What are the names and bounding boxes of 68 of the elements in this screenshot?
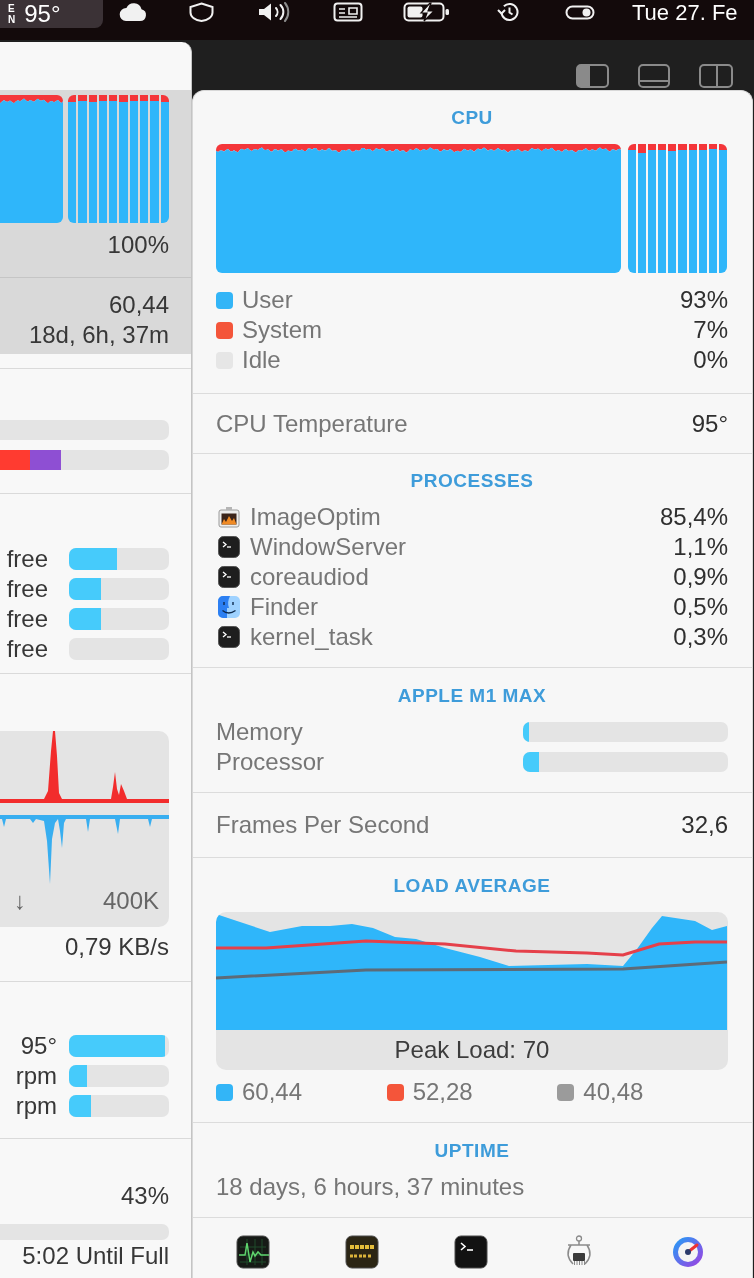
disk-free-label: free <box>6 574 48 604</box>
section-title: APPLE M1 MAX <box>397 684 547 708</box>
legend-label: System <box>242 315 322 345</box>
terminal-icon <box>218 536 240 558</box>
cloud-icon[interactable] <box>118 2 148 22</box>
legend-value: 93% <box>679 285 728 315</box>
sensor-reading: rpm <box>15 1091 57 1121</box>
peak-load-caption: Peak Load: 70 <box>394 1035 550 1065</box>
split-layout-icon[interactable] <box>699 64 733 88</box>
sensor-letter: N <box>8 14 16 25</box>
battery-charging-icon[interactable] <box>403 2 450 22</box>
led-display-icon[interactable] <box>344 1235 379 1269</box>
process-name: Finder <box>250 592 319 622</box>
legend-value: 7% <box>693 315 728 345</box>
gpu-meter-label: Processor <box>216 747 325 777</box>
legend-value: 0% <box>693 345 728 375</box>
legend-label: Idle <box>242 345 281 375</box>
pulse-monitor-icon[interactable] <box>236 1235 270 1269</box>
process-name: coreaudiod <box>250 562 369 592</box>
process-cpu-value: 0,9% <box>673 562 728 592</box>
disk-free-label: free <box>6 634 48 664</box>
fps-value: 32,6 <box>681 810 728 840</box>
process-name: WindowServer <box>250 532 407 562</box>
disk-free-label: free <box>6 544 48 574</box>
menu-temperature: 95° <box>24 0 61 28</box>
terminal-icon[interactable] <box>453 1235 488 1269</box>
left-sidebar-layout-icon[interactable] <box>576 64 609 88</box>
sensor-letter: E <box>8 3 16 14</box>
process-cpu-value: 85,4% <box>659 502 728 532</box>
section-title: CPU <box>451 106 493 130</box>
cpu-usage-value: 100% <box>107 230 169 260</box>
section-title: PROCESSES <box>410 469 534 493</box>
section-title: UPTIME <box>434 1139 510 1163</box>
process-name: kernel_task <box>250 622 373 652</box>
process-name: ImageOptim <box>250 502 381 532</box>
network-rate: 0,79 KB/s <box>64 932 169 962</box>
uptime-text: 18 days, 6 hours, 37 minutes <box>216 1172 525 1202</box>
cpu-temperature-value: 95° <box>691 408 728 439</box>
uptime-value: 18d, 6h, 37m <box>28 320 169 350</box>
bottom-panel-layout-icon[interactable] <box>638 64 670 88</box>
load-average-value: 40,48 <box>583 1077 644 1107</box>
battery-percent: 43% <box>120 1181 169 1211</box>
network-scale-label: 400K <box>102 886 159 916</box>
sensor-reading: rpm <box>15 1061 57 1091</box>
smiling-face-icon <box>218 596 240 618</box>
gauge-icon[interactable] <box>671 1235 705 1269</box>
cpu-temperature-label: CPU Temperature <box>216 408 408 439</box>
process-cpu-value: 0,3% <box>673 622 728 652</box>
network-axis-label: ↓ <box>14 886 26 916</box>
terminal-icon <box>218 626 240 648</box>
menu-clock[interactable]: Tue 27. Fe <box>632 0 738 26</box>
shield-icon[interactable] <box>188 2 215 22</box>
process-cpu-value: 0,5% <box>673 592 728 622</box>
gpu-meter-label: Memory <box>216 717 303 747</box>
load-average-value: 60,44 <box>108 290 169 320</box>
picture-frame-icon <box>218 506 240 528</box>
load-average-value: 52,28 <box>412 1077 473 1107</box>
terminal-icon <box>218 566 240 588</box>
card-icon[interactable] <box>333 2 363 22</box>
sensor-reading: 95° <box>20 1031 57 1061</box>
battery-time-remaining: 5:02 Until Full <box>22 1241 169 1271</box>
section-title: LOAD AVERAGE <box>393 874 551 898</box>
legend-label: User <box>242 285 293 315</box>
process-cpu-value: 1,1% <box>673 532 728 562</box>
load-average-value: 60,44 <box>242 1077 303 1107</box>
system-load-area <box>0 95 63 104</box>
disk-free-label: free <box>6 604 48 634</box>
fps-label: Frames Per Second <box>216 810 430 840</box>
